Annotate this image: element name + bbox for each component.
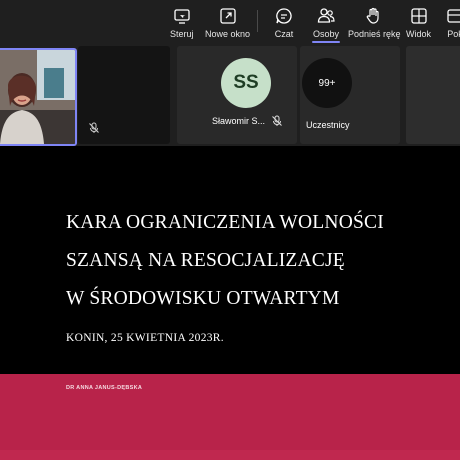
- new-window-button[interactable]: Nowe okno: [205, 6, 250, 42]
- new-window-icon: [219, 8, 236, 24]
- meeting-toolbar: Steruj Nowe okno Czat Osoby Podnieś rękę…: [0, 0, 460, 46]
- chat-label: Czat: [274, 29, 294, 39]
- participants-label: Uczestnicy: [306, 120, 350, 130]
- slide-title-line: SZANSĄ NA RESOCJALIZACJĘ: [66, 250, 345, 271]
- more-participants-tile[interactable]: 99+ Uczestnicy: [300, 46, 400, 144]
- slide-footer-band: DR ANNA JANUS-DĘBSKA: [0, 374, 460, 460]
- view-label: Widok: [406, 29, 432, 39]
- slide-subtitle: KONIN, 25 KWIETNIA 2023R.: [66, 332, 224, 344]
- avatar: SS: [221, 58, 271, 108]
- slide-title: KARA OGRANICZENIA WOLNOŚCI SZANSĄ NA RES…: [66, 204, 446, 318]
- slide-title-line: KARA OGRANICZENIA WOLNOŚCI: [66, 212, 384, 233]
- active-tab-indicator: [312, 41, 340, 43]
- participant-tile-ss[interactable]: SS Sławomir S...: [177, 46, 297, 144]
- steer-button[interactable]: Steruj: [170, 6, 194, 42]
- participant-name: Sławomir S...: [212, 116, 266, 126]
- chat-icon: [276, 8, 292, 24]
- people-button[interactable]: Osoby: [313, 6, 339, 42]
- raise-hand-icon: [366, 7, 379, 24]
- view-grid-icon: [410, 8, 427, 24]
- rooms-button[interactable]: Pok: [445, 6, 460, 42]
- raise-hand-button[interactable]: Podnieś rękę: [348, 6, 401, 42]
- shared-presentation-slide: KARA OGRANICZENIA WOLNOŚCI SZANSĄ NA RES…: [0, 146, 460, 460]
- raise-hand-label: Podnieś rękę: [348, 29, 401, 39]
- mic-off-icon: [272, 115, 282, 126]
- view-button[interactable]: Widok: [406, 6, 431, 42]
- people-label: Osoby: [313, 29, 340, 39]
- steer-icon: [174, 9, 190, 24]
- steer-label: Steruj: [170, 29, 194, 39]
- slide-author: DR ANNA JANUS-DĘBSKA: [66, 385, 143, 391]
- participant-tile-partial[interactable]: [406, 46, 460, 144]
- rooms-label: Pok: [447, 29, 460, 39]
- people-icon: [317, 8, 335, 23]
- chat-button[interactable]: Czat: [274, 6, 294, 42]
- rooms-icon: [447, 9, 460, 23]
- slide-title-line: W ŚRODOWISKU OTWARTYM: [66, 288, 340, 309]
- participants-strip: SS Sławomir S... 99+ Uczestnicy: [0, 46, 460, 146]
- participant-video-tile[interactable]: [0, 48, 77, 146]
- new-window-label: Nowe okno: [205, 29, 251, 39]
- participant-video-image: [0, 50, 75, 144]
- participant-count-badge: 99+: [302, 58, 352, 108]
- slide-footer-strip: [0, 450, 460, 460]
- mic-off-icon: [89, 122, 99, 133]
- toolbar-divider: [257, 10, 258, 32]
- participant-camera-off-tile[interactable]: [78, 46, 170, 144]
